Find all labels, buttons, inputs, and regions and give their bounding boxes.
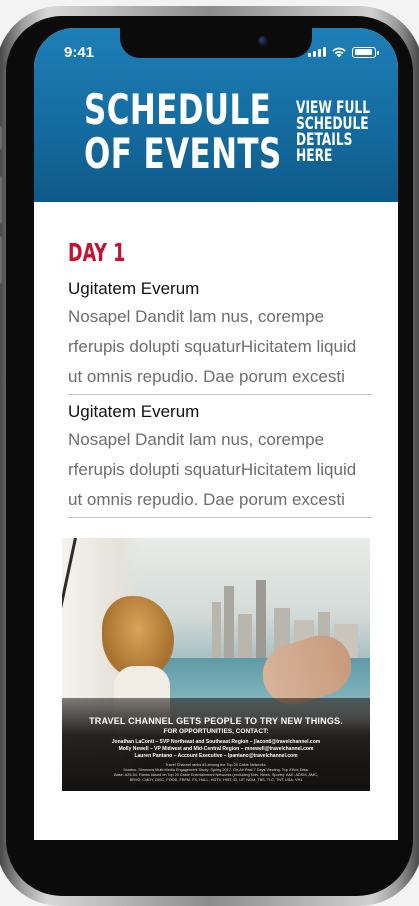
event-title: Ugitatem Everum <box>68 279 200 298</box>
event-description-line: ut omnis repudio. Dae porum excesti <box>68 490 345 509</box>
cellular-signal-icon <box>308 47 326 57</box>
ad-fine-print: BRVO, CMDY, DISC, FOOD, FRFM, FX, HALL, … <box>129 778 303 782</box>
event-title: Ugitatem Everum <box>68 402 200 421</box>
ad-contact: Jonathan LaConti – SVP Northeast and Sou… <box>111 739 321 745</box>
ad-text: TRAVEL CHANNEL GETS PEOPLE TO TRY NEW TH… <box>62 716 370 783</box>
page-title: SCHEDULE OF EVENTS <box>84 85 282 178</box>
volume-up-button <box>0 176 2 224</box>
status-time: 9:41 <box>64 44 95 61</box>
ad-headline: TRAVEL CHANNEL GETS PEOPLE TO TRY NEW TH… <box>89 716 343 726</box>
battery-icon <box>352 46 379 58</box>
ad-skyline-building <box>238 614 252 658</box>
event-description-line: rferupis dolupti squaturHicitatem liquid <box>68 337 357 356</box>
title-line-1: SCHEDULE <box>84 85 272 134</box>
phone-screen: 9:41 SCHEDULE OF EVENTS VIEW FULL SCHEDU… <box>34 28 398 840</box>
event-description-line: Nosapel Dandit lam nus, corempe <box>68 307 325 326</box>
volume-down-button <box>0 236 2 284</box>
camera-icon <box>258 36 268 46</box>
event-description: Nosapel Dandit lam nus, corempe rferupis… <box>68 302 372 392</box>
ad-subheadline: FOR OPPORTUNITIES, CONTACT: <box>163 728 269 735</box>
view-full-schedule-link[interactable]: VIEW FULL SCHEDULE DETAILS HERE <box>296 100 370 166</box>
event-item[interactable]: Ugitatem Everum Nosapel Dandit lam nus, … <box>68 278 372 392</box>
event-divider <box>68 394 372 395</box>
wifi-icon <box>332 47 346 58</box>
link-line-4: HERE <box>296 146 333 166</box>
ad-skyline-building <box>212 602 221 658</box>
event-description-line: ut omnis repudio. Dae porum excesti <box>68 367 345 386</box>
day-heading: DAY 1 <box>68 238 126 267</box>
ad-skyline-building <box>224 586 234 658</box>
event-description-line: rferupis dolupti squaturHicitatem liquid <box>68 460 357 479</box>
event-item[interactable]: Ugitatem Everum Nosapel Dandit lam nus, … <box>68 401 372 515</box>
travel-channel-ad[interactable]: TRAVEL CHANNEL GETS PEOPLE TO TRY NEW TH… <box>62 538 370 791</box>
event-divider <box>68 517 372 518</box>
notch <box>120 28 312 58</box>
event-description-line: Nosapel Dandit lam nus, corempe <box>68 430 325 449</box>
mute-switch <box>0 126 2 150</box>
title-line-2: OF EVENTS <box>84 129 282 178</box>
ad-contact: Lauren Pantano – Account Executive – lpa… <box>134 753 298 759</box>
status-icons <box>308 46 379 58</box>
event-description: Nosapel Dandit lam nus, corempe rferupis… <box>68 425 372 515</box>
ad-skyline-building <box>256 580 266 658</box>
ad-contact: Molly Newell – VP Midwest and Mid-Centra… <box>118 746 314 752</box>
